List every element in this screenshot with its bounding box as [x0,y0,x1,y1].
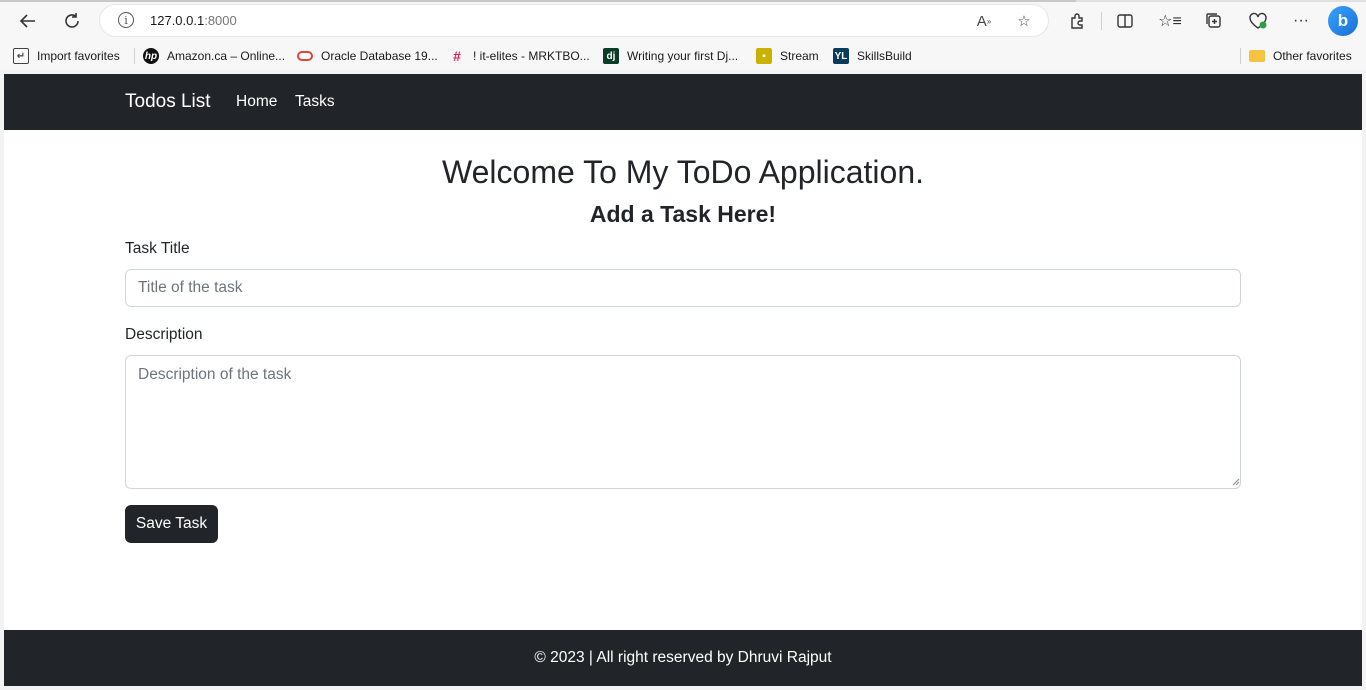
address-bar[interactable]: i 127.0.0.1:8000 A» ☆ [100,5,1048,36]
favorite-oracle[interactable]: Oracle Database 19... [297,47,438,65]
refresh-button[interactable] [57,6,87,36]
site-info-icon[interactable]: i [118,12,134,28]
tab-strip [0,0,1366,2]
favorite-slack[interactable]: #! it-elites - MRKTBO... [449,47,590,65]
footer-text: © 2023 | All right reserved by Dhruvi Ra… [534,649,832,666]
task-title-label: Task Title [125,240,190,257]
footer: © 2023 | All right reserved by Dhruvi Ra… [4,630,1362,686]
more-options-icon[interactable]: ··· [1288,8,1314,34]
page-viewport: Todos List Home Tasks Welcome To My ToDo… [4,74,1362,686]
bing-copilot-icon[interactable]: b [1328,6,1358,36]
back-arrow-icon [19,14,35,28]
toolbar-divider [1101,12,1102,30]
nav-link-tasks[interactable]: Tasks [295,93,335,111]
collections-icon[interactable] [1201,8,1227,34]
split-screen-icon[interactable] [1112,8,1138,34]
description-textarea[interactable] [125,355,1241,489]
task-title-input[interactable] [125,269,1241,307]
django-icon: dj [603,48,619,64]
favorites-bar: ↵ Import favorites hp Amazon.ca – Online..… [0,42,1366,70]
oracle-icon [297,51,313,61]
description-label: Description [125,326,203,343]
navbar-brand[interactable]: Todos List [125,91,211,113]
import-icon: ↵ [13,48,29,64]
favorite-import[interactable]: ↵ Import favorites [13,47,120,65]
browser-toolbar: i 127.0.0.1:8000 A» ☆ ☆≡ ··· b [0,0,1366,42]
back-button[interactable] [13,6,43,36]
navbar: Todos List Home Tasks [4,74,1362,130]
skillsbuild-icon: YL [833,48,849,64]
favorite-skillsbuild[interactable]: YL SkillsBuild [833,47,912,65]
favorite-other[interactable]: Other favorites [1249,47,1352,65]
favorites-icon[interactable]: ☆≡ [1157,8,1183,34]
favorites-divider [1240,48,1241,64]
nav-link-home[interactable]: Home [236,93,277,111]
favorites-divider [134,48,135,64]
hp-icon: hp [143,48,159,64]
stream-icon: ▪ [756,48,772,64]
resize-handle-icon[interactable] [1232,478,1240,486]
browser-essentials-icon[interactable] [1245,8,1271,34]
favorite-amazon[interactable]: hp Amazon.ca – Online... [143,47,285,65]
extensions-icon[interactable] [1064,8,1090,34]
favorite-django[interactable]: dj Writing your first Dj... [603,47,738,65]
read-aloud-icon[interactable]: A» [973,10,995,32]
address-url[interactable]: 127.0.0.1:8000 [150,13,237,28]
save-task-button[interactable]: Save Task [125,505,218,543]
favorite-stream[interactable]: ▪ Stream [756,47,819,65]
page-title: Welcome To My ToDo Application. [441,154,924,190]
slack-icon: # [453,48,461,64]
refresh-icon [65,13,79,28]
page-subtitle: Add a Task Here! [589,201,777,227]
favorite-star-icon[interactable]: ☆ [1013,10,1035,32]
folder-icon [1249,50,1265,62]
